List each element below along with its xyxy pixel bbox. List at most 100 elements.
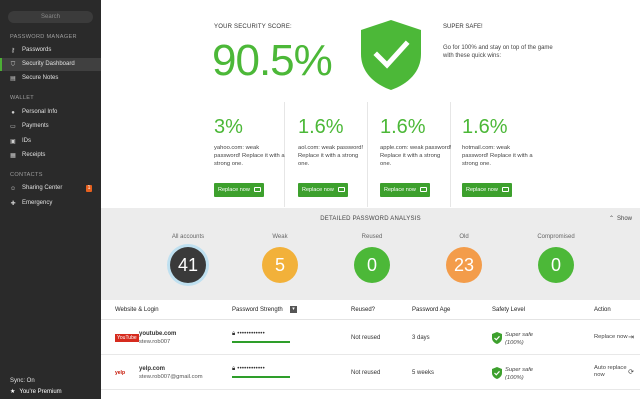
- sidebar-item-label: Sharing Center: [22, 185, 63, 191]
- button-label: Replace now: [384, 187, 416, 193]
- chat-icon: [502, 187, 509, 192]
- chat-icon: [254, 187, 261, 192]
- premium-label: You're Premium: [19, 389, 62, 395]
- stat-circle: 0: [538, 247, 574, 283]
- sidebar-item-personal-info[interactable]: ● Personal Info: [0, 106, 101, 119]
- card-description: aol.com: weak password! Replace it with …: [298, 145, 364, 167]
- replace-now-button[interactable]: Replace now: [298, 183, 348, 197]
- column-header-action[interactable]: Action: [594, 307, 611, 313]
- column-header-website[interactable]: Website & Login: [115, 307, 159, 313]
- replace-now-button[interactable]: Replace now: [214, 183, 264, 197]
- key-icon: ⚷: [10, 47, 16, 54]
- strength-bar: [232, 376, 290, 378]
- table-header: Website & Login Password Strength ▾ Reus…: [101, 300, 640, 320]
- button-label: Replace now: [218, 187, 250, 193]
- stat-circle: 0: [354, 247, 390, 283]
- password-age: 5 weeks: [412, 370, 435, 376]
- card-percent: 1.6%: [298, 116, 344, 138]
- star-icon: ★: [10, 389, 16, 395]
- safe-title: SUPER SAFE!: [443, 24, 483, 30]
- table-row[interactable]: YouTube youtube.com stew.rob007 🔒︎ •••••…: [101, 321, 640, 355]
- column-header-age[interactable]: Password Age: [412, 307, 450, 313]
- person-icon: ●: [11, 109, 15, 116]
- stat-label: Old: [459, 234, 469, 240]
- sidebar-item-security-dashboard[interactable]: ⛉ Security Dashboard: [0, 58, 101, 71]
- sidebar-item-ids[interactable]: ▣ IDs: [0, 135, 101, 148]
- card-description: hotmail.com: weak password! Replace it w…: [462, 145, 533, 167]
- id-icon: ▣: [10, 138, 16, 145]
- card-description: apple.com: weak password! Replace it wit…: [380, 145, 452, 167]
- sidebar-item-label: Payments: [22, 123, 49, 129]
- column-header-strength[interactable]: Password Strength: [232, 307, 283, 313]
- stat-label: Compromised: [537, 234, 575, 240]
- replace-now-button[interactable]: Replace now: [462, 183, 512, 197]
- auto-replace-link[interactable]: Auto replace now: [594, 365, 627, 379]
- safety-percent: (100%): [505, 375, 524, 381]
- section-label-contacts: CONTACTS: [10, 172, 43, 178]
- stat-reused[interactable]: Reused 0: [342, 234, 402, 283]
- card-icon: ▭: [10, 123, 16, 130]
- safe-shield-icon: [492, 367, 502, 379]
- premium-status[interactable]: ★ You're Premium: [10, 388, 62, 395]
- password-dots: ••••••••••••: [237, 366, 265, 372]
- site-name: youtube.com: [139, 331, 177, 337]
- card-percent: 1.6%: [462, 116, 508, 138]
- button-label: Replace now: [466, 187, 498, 193]
- section-label-password-manager: PASSWORD MANAGER: [10, 34, 77, 40]
- analysis-title: DETAILED PASSWORD ANALYSIS: [320, 216, 421, 222]
- weak-password-card: 1.6% aol.com: weak password! Replace it …: [298, 102, 380, 207]
- receipt-icon: ▦: [10, 152, 16, 159]
- reused-status: Not reused: [351, 335, 381, 341]
- sidebar-item-emergency[interactable]: ✚ Emergency: [0, 197, 101, 210]
- replace-now-button[interactable]: Replace now: [380, 183, 430, 197]
- stat-old[interactable]: Old 23: [434, 234, 494, 283]
- site-name: yelp.com: [139, 366, 166, 372]
- stat-compromised[interactable]: Compromised 0: [526, 234, 586, 283]
- yelp-logo: yelp: [115, 370, 126, 376]
- column-header-safety[interactable]: Safety Level: [492, 307, 525, 313]
- reused-status: Not reused: [351, 370, 381, 376]
- emergency-icon: ✚: [10, 200, 16, 207]
- stat-circle: 41: [170, 247, 206, 283]
- score-label: YOUR SECURITY SCORE:: [214, 24, 292, 30]
- safety-level: Super safe (100%): [505, 366, 533, 382]
- safety-level: Super safe (100%): [505, 331, 533, 347]
- refresh-icon[interactable]: ⟳: [628, 368, 634, 376]
- stat-label: Weak: [272, 234, 288, 240]
- search-input[interactable]: Search: [8, 11, 93, 23]
- sidebar-item-label: Passwords: [22, 47, 52, 53]
- sidebar-item-sharing-center[interactable]: ☺ Sharing Center 1: [0, 182, 101, 195]
- section-label-wallet: WALLET: [10, 95, 34, 101]
- password-mask: 🔒︎ ••••••••••••: [232, 331, 265, 338]
- sidebar-item-label: Security Dashboard: [22, 61, 75, 67]
- stat-circle: 23: [446, 247, 482, 283]
- sort-icon[interactable]: ▾: [290, 306, 297, 313]
- sidebar-item-payments[interactable]: ▭ Payments: [0, 120, 101, 133]
- password-dots: ••••••••••••: [237, 331, 265, 337]
- show-toggle[interactable]: ⌃ Show: [609, 215, 632, 222]
- sidebar-item-passwords[interactable]: ⚷ Passwords: [0, 44, 101, 57]
- sidebar: Search PASSWORD MANAGER ⚷ Passwords ⛉ Se…: [0, 0, 101, 399]
- safe-shield-icon: [492, 332, 502, 344]
- replace-now-link[interactable]: Replace now: [594, 334, 628, 341]
- action-text: now: [594, 372, 605, 378]
- sidebar-item-label: Personal Info: [22, 109, 58, 115]
- note-icon: ▤: [10, 75, 16, 82]
- table-row[interactable]: yelp yelp.com stew.rob007@gmail.com 🔒︎ •…: [101, 356, 640, 390]
- youtube-logo: YouTube: [115, 334, 139, 342]
- login-arrow-icon[interactable]: ⇥: [628, 333, 634, 341]
- sidebar-item-receipts[interactable]: ▦ Receipts: [0, 149, 101, 162]
- sharing-icon: ☺: [10, 185, 17, 192]
- column-header-reused[interactable]: Reused?: [351, 307, 375, 313]
- sidebar-item-secure-notes[interactable]: ▤ Secure Notes: [0, 72, 101, 85]
- password-analysis-panel: DETAILED PASSWORD ANALYSIS ⌃ Show All acc…: [101, 208, 640, 300]
- stat-all-accounts[interactable]: All accounts 41: [158, 234, 218, 283]
- shield-icon: ⛉: [10, 61, 16, 68]
- sidebar-item-label: Secure Notes: [22, 75, 59, 81]
- sync-status[interactable]: Sync: On: [10, 378, 35, 384]
- safety-text: Super safe: [505, 332, 534, 338]
- safety-text: Super safe: [505, 367, 534, 373]
- login-name: stew.rob007@gmail.com: [139, 374, 203, 380]
- weak-password-card: 3% yahoo.com: weak password! Replace it …: [214, 102, 296, 207]
- stat-weak[interactable]: Weak 5: [250, 234, 310, 283]
